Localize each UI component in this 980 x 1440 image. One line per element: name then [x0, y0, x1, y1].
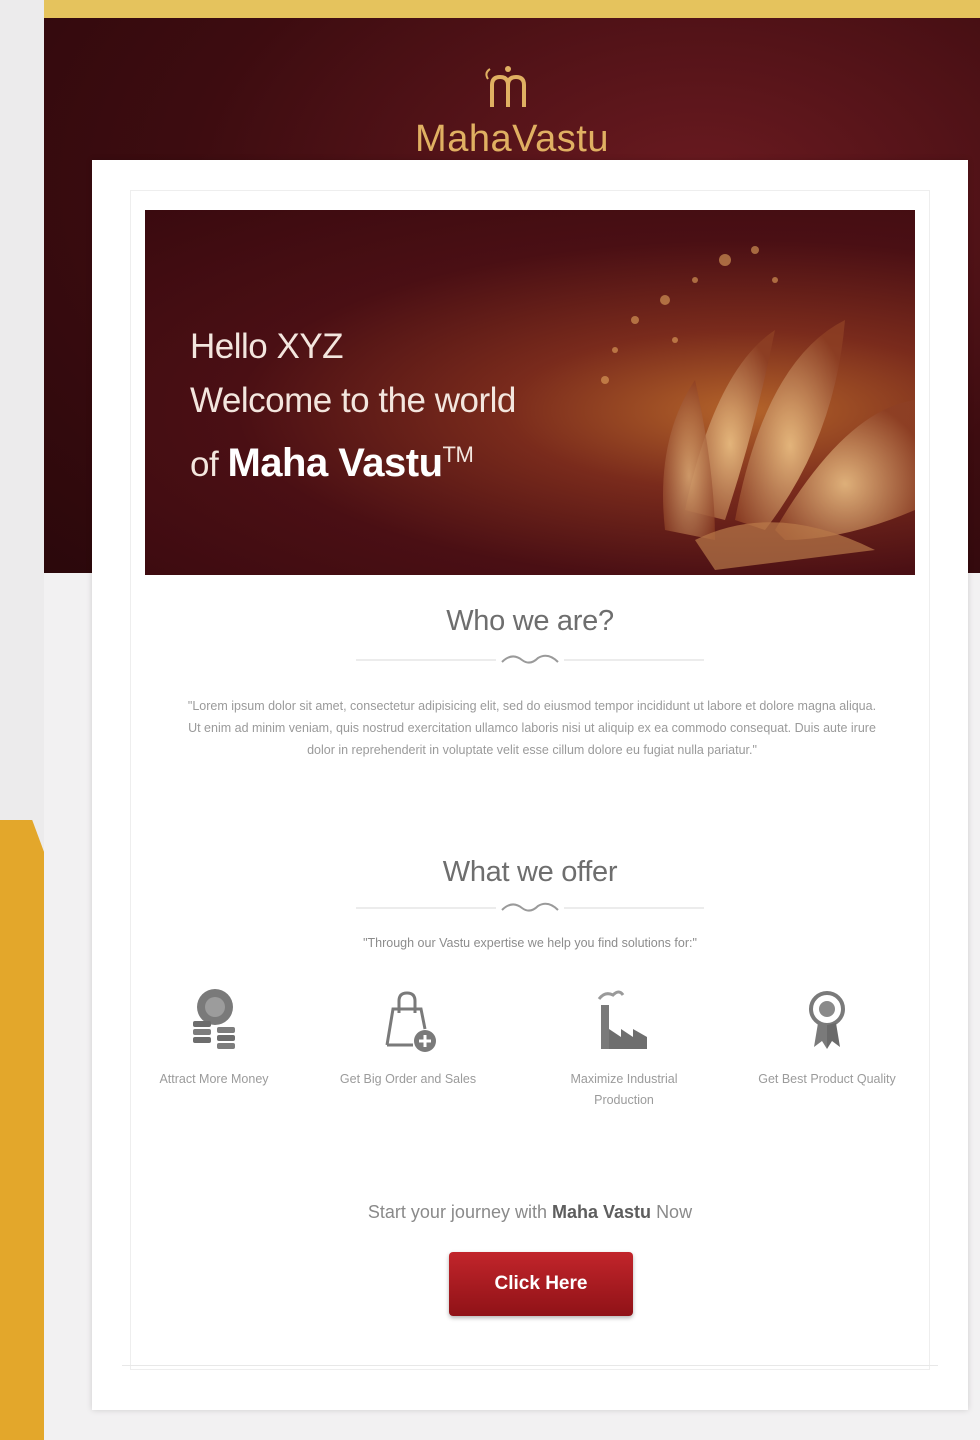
- offer-title: What we offer: [442, 856, 618, 888]
- feature-item: Maximize Industrial Production: [544, 985, 704, 1111]
- hero-trademark: TM: [442, 442, 474, 467]
- feature-item: Get Big Order and Sales: [328, 985, 488, 1090]
- about-title: Who we are?: [446, 605, 614, 637]
- footer-divider: [122, 1365, 938, 1366]
- ornament-divider-icon: [356, 654, 704, 664]
- maha-vastu-m-logo-icon: [485, 66, 526, 107]
- offer-tagline: "Through our Vastu expertise we help you…: [363, 936, 697, 950]
- gold-side-accent: [0, 820, 46, 1440]
- lotus-flower-image: [601, 246, 915, 570]
- award-ribbon-icon: [809, 991, 845, 1049]
- feature-item: Get Best Product Quality: [747, 985, 907, 1090]
- hero-line-3-prefix: of: [190, 445, 219, 484]
- factory-icon: [597, 990, 647, 1049]
- hero-greeting: Hello XYZ Welcome to the world of Maha V…: [190, 320, 516, 492]
- feature-label: Maximize Industrial Production: [570, 1072, 678, 1107]
- cta-brand: Maha Vastu: [552, 1202, 652, 1222]
- hero-brand: Maha Vastu: [227, 441, 443, 485]
- shopping-bag-icon: [385, 991, 436, 1052]
- ornament-divider-icon: [356, 902, 704, 912]
- hero-line-2: Welcome to the world: [190, 381, 516, 420]
- email-card: Hello XYZ Welcome to the world of Maha V…: [92, 160, 968, 1410]
- cta-prefix: Start your journey with: [367, 1202, 547, 1222]
- feature-label: Get Big Order and Sales: [339, 1072, 477, 1086]
- hero-line-3: of Maha VastuTM: [190, 428, 516, 492]
- feature-item: Attract More Money: [134, 985, 294, 1090]
- hero-line-1: Hello XYZ: [190, 327, 344, 366]
- cta-suffix: Now: [656, 1202, 693, 1222]
- click-here-button[interactable]: Click Here: [449, 1252, 633, 1316]
- cta-text: Start your journey with Maha Vastu Now: [92, 1202, 968, 1223]
- feature-label: Attract More Money: [159, 1072, 269, 1086]
- hero-banner: Hello XYZ Welcome to the world of Maha V…: [145, 210, 915, 575]
- money-icon: [193, 989, 235, 1049]
- about-paragraph: "Lorem ipsum dolor sit amet, consectetur…: [187, 699, 877, 757]
- feature-label: Get Best Product Quality: [758, 1072, 896, 1086]
- logo: MahaVastu: [44, 63, 980, 161]
- logo-text: MahaVastu: [415, 118, 609, 160]
